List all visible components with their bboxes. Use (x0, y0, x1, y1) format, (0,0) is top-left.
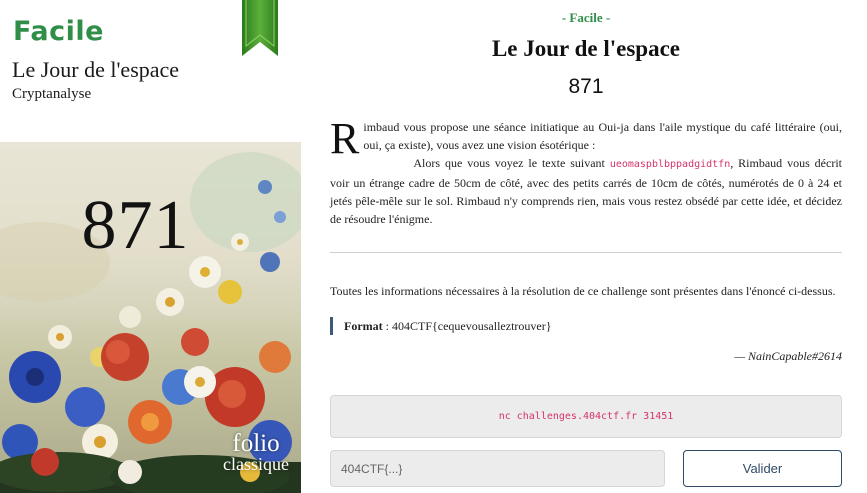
cover-title: Le Jour de l'espace (12, 57, 180, 82)
challenge-description: R imbaud vous propose une séance initiat… (330, 114, 842, 228)
connection-command[interactable]: nc challenges.404ctf.fr 31451 (499, 411, 674, 422)
cover-number: 871 (81, 187, 190, 264)
publisher-logo-line2: classique (223, 453, 289, 474)
publisher-logo: folio classique (223, 430, 289, 474)
cover-difficulty: Facile (13, 16, 104, 47)
difficulty-label: - Facile - (561, 10, 611, 25)
challenge-title: Le Jour de l'espace (491, 36, 681, 61)
challenge-author: — NainCapable#2614 (734, 349, 842, 363)
submit-button[interactable]: Valider (683, 450, 842, 487)
ciphertext-code: ueomaspblbppadgidtfn (609, 159, 731, 170)
flag-format-separator: : (382, 319, 392, 333)
flag-format-value: 404CTF{cequevousalleztrouver} (392, 319, 552, 333)
challenge-cover: Facile Le Jour de l'espace Cryptanalyse (0, 0, 301, 493)
drop-cap: R (330, 114, 360, 163)
section-divider (330, 252, 842, 253)
connection-command-box[interactable]: nc challenges.404ctf.fr 31451 (330, 395, 842, 438)
ribbon-bookmark-icon (242, 0, 278, 56)
description-text-1: imbaud vous propose une séance initiatiq… (363, 120, 842, 152)
flag-format: Format : 404CTF{cequevousalleztrouver} (330, 317, 551, 335)
info-note: Toutes les informations nécessaires à la… (330, 284, 836, 298)
publisher-logo-line1: folio (232, 430, 280, 457)
challenge-number: 871 (568, 75, 604, 98)
challenge-details: - Facile - Le Jour de l'espace 871 R imb… (301, 0, 867, 493)
flag-input[interactable] (330, 450, 665, 487)
description-paragraph-1: imbaud vous propose une séance initiatiq… (330, 118, 842, 154)
cover-category: Cryptanalyse (12, 86, 92, 102)
description-text-2a: Alors que vous voyez le texte suivant (413, 156, 610, 170)
description-paragraph-2: Alors que vous voyez le texte suivant ue… (330, 154, 842, 228)
flag-format-label: Format (344, 319, 383, 333)
